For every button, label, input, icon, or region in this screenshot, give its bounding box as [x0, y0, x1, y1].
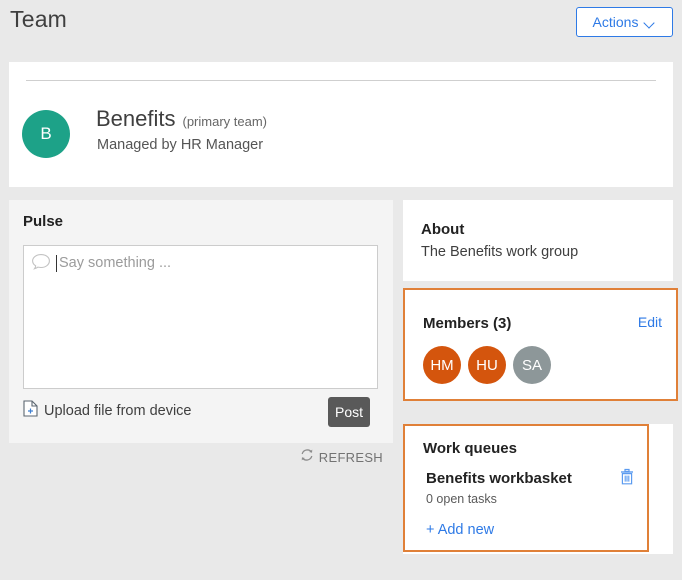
speech-bubble-icon [31, 253, 51, 271]
file-add-icon [23, 400, 38, 422]
member-avatar[interactable]: HM [423, 346, 461, 384]
refresh-label: REFRESH [318, 449, 383, 465]
divider [26, 80, 656, 81]
members-edit-link[interactable]: Edit [638, 314, 662, 330]
refresh-button[interactable]: REFRESH [9, 443, 393, 471]
refresh-icon [300, 448, 314, 467]
member-avatar-initials: SA [521, 356, 542, 374]
about-panel: About The Benefits work group [403, 200, 673, 281]
post-button-label: Post [334, 404, 363, 420]
actions-button[interactable]: Actions [576, 7, 673, 37]
member-avatar-initials: HM [430, 356, 454, 374]
trash-icon[interactable] [619, 468, 635, 486]
team-avatar: B [22, 110, 70, 158]
text-cursor [56, 255, 57, 272]
team-name-row: Benefits (primary team) [96, 106, 267, 132]
pulse-composer[interactable]: Say something ... [23, 245, 378, 389]
upload-file-button[interactable]: Upload file from device [23, 400, 192, 422]
members-heading: Members (3) [423, 315, 512, 332]
member-avatar[interactable]: HU [468, 346, 506, 384]
pulse-composer-placeholder: Say something ... [59, 255, 172, 271]
members-panel: Members (3) Edit HM HU SA [403, 288, 678, 401]
post-button[interactable]: Post [328, 397, 370, 427]
work-queues-heading: Work queues [423, 440, 517, 457]
team-primary-badge: (primary team) [182, 114, 268, 129]
work-queue-name: Benefits workbasket [426, 470, 572, 487]
page-title: Team [10, 6, 68, 32]
pulse-panel: Pulse Say something ... Upload file from… [9, 200, 393, 471]
work-queue-task-count: 0 open tasks [426, 492, 497, 506]
chevron-down-icon [645, 19, 656, 26]
upload-file-label: Upload file from device [44, 403, 192, 419]
team-managed-by: Managed by HR Manager [97, 137, 264, 153]
team-avatar-initial: B [40, 124, 52, 143]
members-avatar-list: HM HU SA [423, 346, 551, 384]
top-bar: Team Actions [0, 0, 682, 60]
add-new-work-queue-link[interactable]: + Add new [426, 522, 494, 538]
member-avatar-initials: HU [476, 356, 498, 374]
team-summary-card: B Benefits (primary team) Managed by HR … [9, 62, 673, 187]
pulse-heading: Pulse [23, 213, 64, 230]
team-name: Benefits [96, 106, 176, 131]
work-queues-panel: Work queues Benefits workbasket 0 open t… [403, 424, 649, 552]
actions-button-label: Actions [592, 14, 639, 30]
about-heading: About [421, 221, 465, 238]
member-avatar[interactable]: SA [513, 346, 551, 384]
about-description: The Benefits work group [421, 244, 579, 260]
